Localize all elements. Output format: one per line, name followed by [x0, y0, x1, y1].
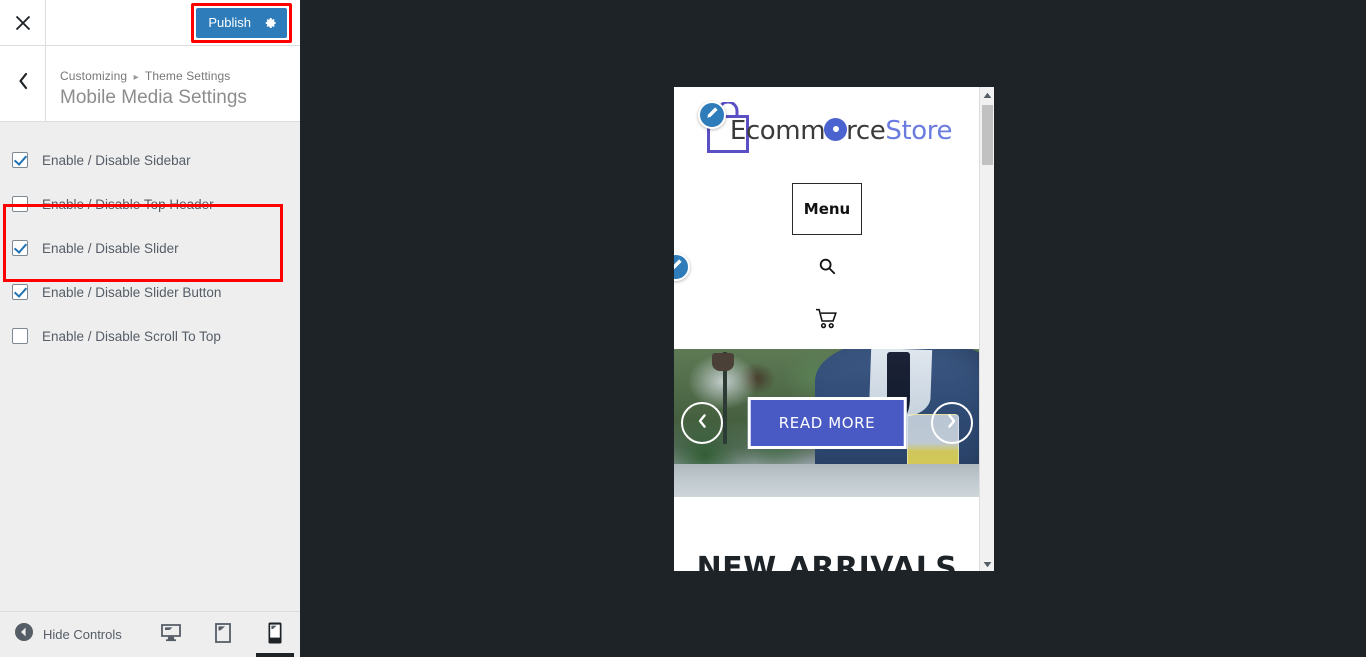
new-arrivals-section: NEW ARRIVALS: [674, 497, 980, 571]
device-button-mobile[interactable]: [256, 613, 294, 657]
control-label: Enable / Disable Slider: [42, 240, 179, 256]
slider-next-button[interactable]: [931, 402, 973, 444]
control-label: Enable / Disable Sidebar: [42, 152, 191, 168]
logo-text-part3: Store: [885, 115, 953, 146]
menu-button-label: Menu: [803, 200, 851, 218]
breadcrumb-section[interactable]: Theme Settings: [145, 69, 230, 83]
control-enable-disable-slider-button[interactable]: Enable / Disable Slider Button: [0, 270, 300, 314]
customizer-sidebar: Publish Customizing ▸ Theme Settings Mob…: [0, 0, 300, 657]
pencil-icon: [705, 106, 719, 125]
customizer-header: Publish: [0, 0, 300, 46]
controls-list: Enable / Disable Sidebar Enable / Disabl…: [0, 122, 300, 611]
device-preview-switcher: [156, 612, 294, 657]
checkbox-slider-button[interactable]: [12, 284, 28, 300]
panel-heading: Customizing ▸ Theme Settings Mobile Medi…: [46, 46, 300, 121]
chevron-left-icon: [696, 413, 708, 434]
logo-circle-o: [824, 117, 848, 141]
publish-area: Publish: [46, 0, 300, 45]
close-icon: [15, 15, 31, 31]
chevron-left-icon: [17, 72, 29, 95]
site-header: Ecomm rceStore Menu: [674, 87, 980, 349]
scrollbar-up-button[interactable]: [980, 87, 994, 102]
cart-row: [674, 308, 980, 335]
control-enable-disable-slider[interactable]: Enable / Disable Slider: [0, 226, 300, 270]
checkbox-slider[interactable]: [12, 240, 28, 256]
logo-text-part2: rce: [846, 115, 886, 146]
customizer-footer: Hide Controls: [0, 611, 300, 657]
section-heading: NEW ARRIVALS: [696, 551, 958, 571]
checkbox-scroll-to-top[interactable]: [12, 328, 28, 344]
hide-controls-label: Hide Controls: [43, 627, 122, 642]
publish-button-label: Publish: [208, 15, 251, 30]
preview-scrollbar[interactable]: [979, 87, 994, 571]
logo-text-part1: Ecomm: [729, 115, 826, 146]
slider-photo-table: [674, 464, 980, 497]
chevron-right-icon: [946, 413, 958, 434]
mobile-icon: [268, 622, 282, 649]
checkbox-sidebar[interactable]: [12, 152, 28, 168]
edit-logo-bubble[interactable]: [698, 101, 726, 129]
breadcrumb: Customizing ▸ Theme Settings: [60, 69, 300, 83]
preview-stage: Ecomm rceStore Menu READ MORE NEW ARRIVA…: [300, 0, 1366, 657]
arrow-left-circle-icon: [14, 622, 34, 647]
search-row: [674, 257, 980, 280]
mobile-menu-button[interactable]: Menu: [792, 183, 862, 235]
scrollbar-thumb[interactable]: [982, 105, 993, 165]
gear-icon[interactable]: [263, 16, 277, 30]
mobile-preview-frame: Ecomm rceStore Menu READ MORE NEW ARRIVA…: [674, 87, 994, 571]
slider-photo-lamp-head: [712, 353, 735, 372]
homepage-slider: READ MORE: [674, 349, 980, 497]
tablet-icon: [215, 622, 231, 648]
close-customizer-button[interactable]: [0, 0, 46, 45]
breadcrumb-separator-icon: ▸: [133, 71, 139, 83]
caret-down-icon: [983, 555, 992, 572]
site-preview: Ecomm rceStore Menu READ MORE NEW ARRIVA…: [674, 87, 980, 571]
desktop-icon: [161, 623, 181, 647]
search-icon[interactable]: [818, 258, 836, 279]
scrollbar-down-button[interactable]: [980, 556, 994, 571]
slider-prev-button[interactable]: [681, 402, 723, 444]
caret-up-icon: [983, 87, 992, 104]
control-label: Enable / Disable Scroll To Top: [42, 328, 221, 344]
slider-read-more-button[interactable]: READ MORE: [747, 397, 907, 449]
pencil-icon: [674, 258, 683, 277]
customizer-app: Publish Customizing ▸ Theme Settings Mob…: [0, 0, 1366, 657]
device-button-desktop[interactable]: [156, 613, 186, 657]
control-enable-disable-top-header[interactable]: Enable / Disable Top Header: [0, 182, 300, 226]
control-enable-disable-sidebar[interactable]: Enable / Disable Sidebar: [0, 138, 300, 182]
hide-controls-button[interactable]: Hide Controls: [0, 622, 122, 647]
publish-highlight-box: Publish: [191, 2, 292, 43]
breadcrumb-root[interactable]: Customizing: [60, 69, 127, 83]
device-button-tablet[interactable]: [208, 613, 238, 657]
checkbox-top-header[interactable]: [12, 196, 28, 212]
control-label: Enable / Disable Top Header: [42, 196, 214, 212]
shopping-cart-icon[interactable]: [815, 308, 839, 334]
control-label: Enable / Disable Slider Button: [42, 284, 222, 300]
back-button[interactable]: [0, 46, 46, 121]
publish-button[interactable]: Publish: [196, 7, 287, 38]
page-title: Mobile Media Settings: [60, 86, 247, 108]
control-enable-disable-scroll-to-top[interactable]: Enable / Disable Scroll To Top: [0, 314, 300, 358]
customizer-title-bar: Customizing ▸ Theme Settings Mobile Medi…: [0, 46, 300, 122]
